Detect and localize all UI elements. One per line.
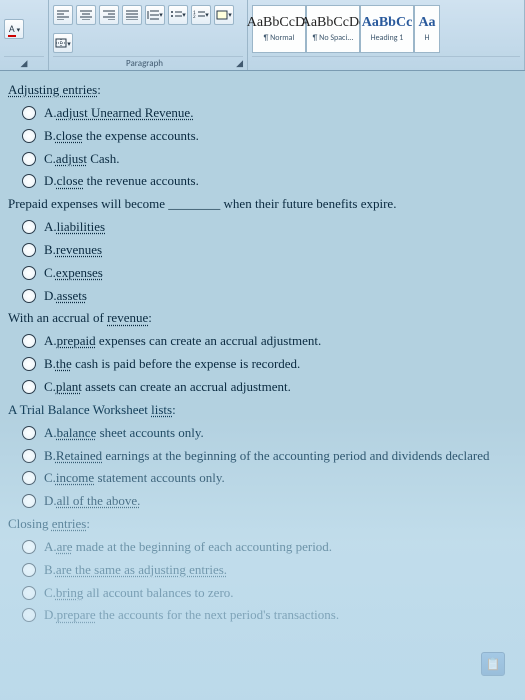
q3-option-b[interactable]: B.the cash is paid before the expense is… <box>22 355 517 374</box>
style-no-spacing[interactable]: AaBbCcDc ¶ No Spaci... <box>306 5 360 53</box>
q3-prompt: With an accrual of revenue: <box>8 309 517 328</box>
radio-icon[interactable] <box>22 563 36 577</box>
numbering-button[interactable]: 12▾ <box>191 5 211 25</box>
q1-prompt: Adjusting entries: <box>8 81 517 100</box>
q5-option-b[interactable]: B.are the same as adjusting entries. <box>22 561 517 580</box>
ribbon: A ▾ ◢ ▾ ▾ 12▾ ▾ ▾ Paragraph ◢ AaBbCcDc ¶… <box>0 0 525 71</box>
borders-button[interactable]: ▾ <box>53 33 73 53</box>
paste-options-icon[interactable]: 📋 <box>481 652 505 676</box>
q5-option-c[interactable]: C.bring all account balances to zero. <box>22 584 517 603</box>
q3-option-a[interactable]: A.prepaid expenses can create an accrual… <box>22 332 517 351</box>
radio-icon[interactable] <box>22 289 36 303</box>
radio-icon[interactable] <box>22 494 36 508</box>
line-spacing-button[interactable]: ▾ <box>145 5 165 25</box>
q4-prompt: A Trial Balance Worksheet lists: <box>8 401 517 420</box>
radio-icon[interactable] <box>22 152 36 166</box>
q5-option-a[interactable]: A.are made at the beginning of each acco… <box>22 538 517 557</box>
align-right-button[interactable] <box>99 5 119 25</box>
q2-option-d[interactable]: D.assets <box>22 287 517 306</box>
q1-option-c[interactable]: C.adjust Cash. <box>22 150 517 169</box>
q1-option-d[interactable]: D.close the revenue accounts. <box>22 172 517 191</box>
align-left-button[interactable] <box>53 5 73 25</box>
style-heading-2[interactable]: Aa H <box>414 5 440 53</box>
radio-icon[interactable] <box>22 449 36 463</box>
q4-option-d[interactable]: D.all of the above. <box>22 492 517 511</box>
dialog-launcher-icon[interactable]: ◢ <box>236 58 243 69</box>
q1-option-b[interactable]: B.close the expense accounts. <box>22 127 517 146</box>
font-group: A ▾ ◢ <box>0 0 49 70</box>
radio-icon[interactable] <box>22 129 36 143</box>
align-justify-button[interactable] <box>122 5 142 25</box>
styles-group: AaBbCcDc ¶ Normal AaBbCcDc ¶ No Spaci...… <box>248 0 525 70</box>
q2-prompt: Prepaid expenses will become ________ wh… <box>8 195 517 214</box>
radio-icon[interactable] <box>22 334 36 348</box>
q1-option-a[interactable]: A.adjust Unearned Revenue. <box>22 104 517 123</box>
q2-option-c[interactable]: C.expenses <box>22 264 517 283</box>
dialog-launcher-icon[interactable]: ◢ <box>4 56 44 69</box>
radio-icon[interactable] <box>22 357 36 371</box>
radio-icon[interactable] <box>22 608 36 622</box>
q3-option-c[interactable]: C.plant assets can create an accrual adj… <box>22 378 517 397</box>
radio-icon[interactable] <box>22 586 36 600</box>
paragraph-group-label: Paragraph <box>126 58 163 69</box>
bullets-button[interactable]: ▾ <box>168 5 188 25</box>
radio-icon[interactable] <box>22 426 36 440</box>
style-normal[interactable]: AaBbCcDc ¶ Normal <box>252 5 306 53</box>
radio-icon[interactable] <box>22 174 36 188</box>
q4-option-a[interactable]: A.balance sheet accounts only. <box>22 424 517 443</box>
paragraph-group: ▾ ▾ 12▾ ▾ ▾ Paragraph ◢ <box>49 0 248 70</box>
radio-icon[interactable] <box>22 380 36 394</box>
q2-option-a[interactable]: A.liabilities <box>22 218 517 237</box>
radio-icon[interactable] <box>22 540 36 554</box>
q5-prompt: Closing entries: <box>8 515 517 534</box>
svg-text:2: 2 <box>193 14 196 20</box>
radio-icon[interactable] <box>22 266 36 280</box>
radio-icon[interactable] <box>22 106 36 120</box>
radio-icon[interactable] <box>22 243 36 257</box>
radio-icon[interactable] <box>22 471 36 485</box>
q4-option-c[interactable]: C.income statement accounts only. <box>22 469 517 488</box>
document-body[interactable]: Adjusting entries: A.adjust Unearned Rev… <box>0 71 525 649</box>
font-color-button[interactable]: A ▾ <box>4 19 24 39</box>
shading-button[interactable]: ▾ <box>214 5 234 25</box>
font-color-glyph: A <box>8 22 16 37</box>
align-center-button[interactable] <box>76 5 96 25</box>
style-heading-1[interactable]: AaBbCc Heading 1 <box>360 5 414 53</box>
q2-option-b[interactable]: B.revenues <box>22 241 517 260</box>
chevron-down-icon: ▾ <box>17 25 21 34</box>
radio-icon[interactable] <box>22 220 36 234</box>
q5-option-d[interactable]: D.prepare the accounts for the next peri… <box>22 606 517 625</box>
q4-option-b[interactable]: B.Retained earnings at the beginning of … <box>22 447 517 466</box>
